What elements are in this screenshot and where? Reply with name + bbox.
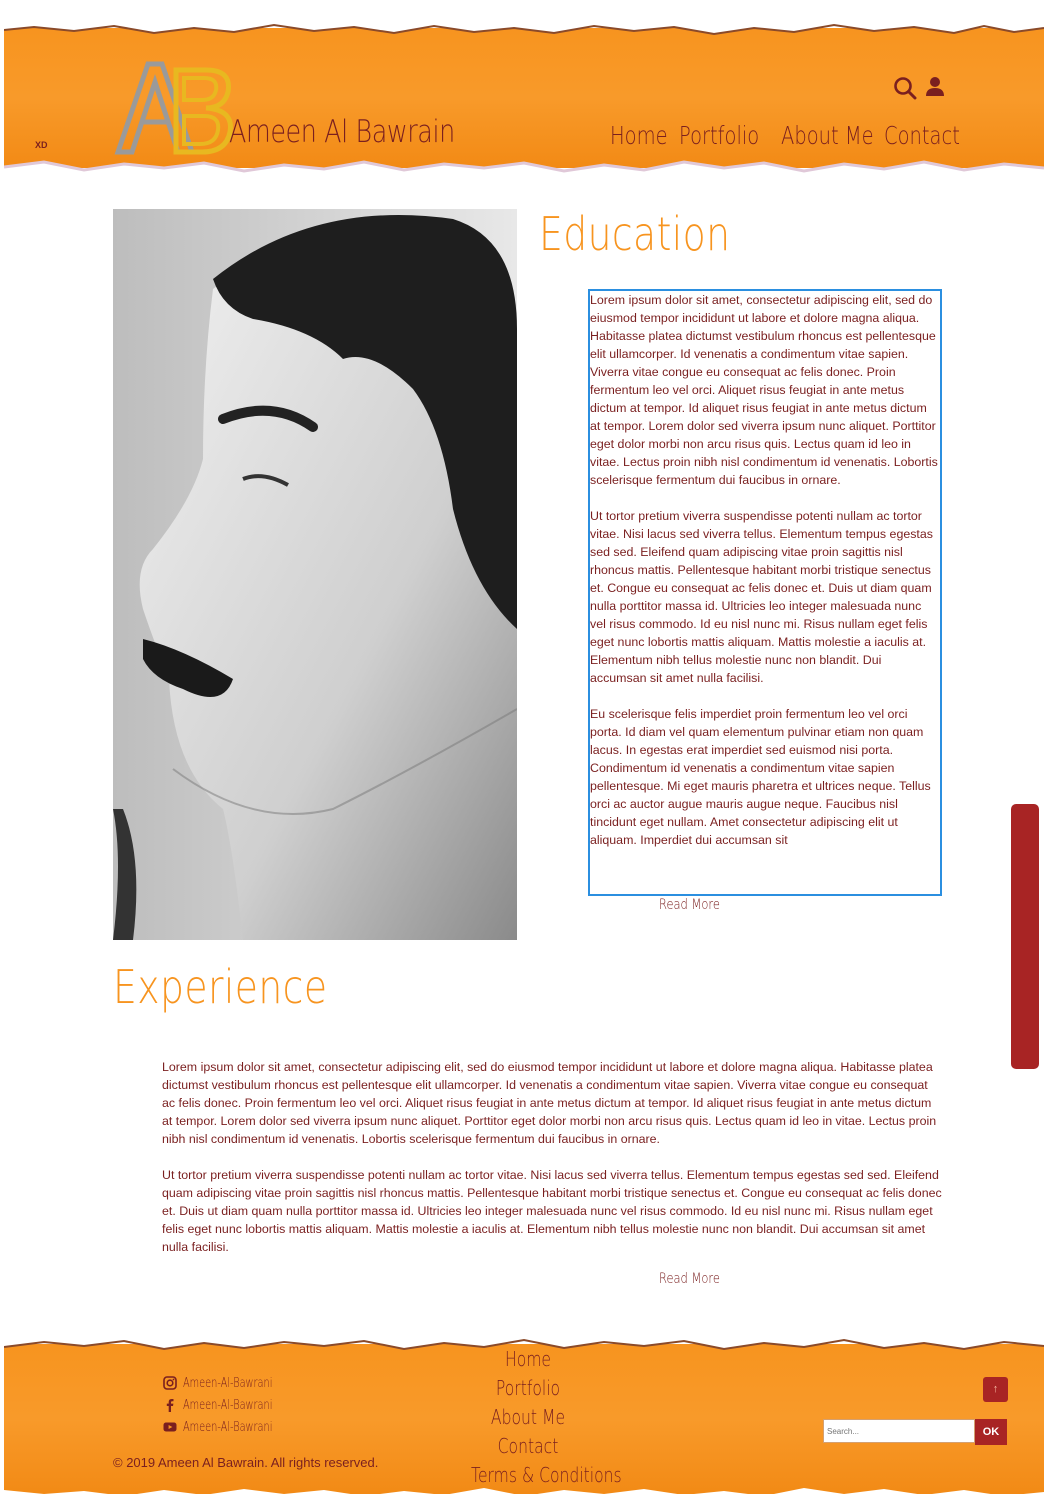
portrait-photo <box>113 209 517 940</box>
education-read-more-link[interactable]: Read More <box>659 897 720 913</box>
footer-nav-about-me[interactable]: About Me <box>471 1403 585 1432</box>
education-paragraph: Ut tortor pretium viverra suspendisse po… <box>590 509 933 685</box>
footer-nav-terms[interactable]: Terms & Conditions <box>471 1461 622 1490</box>
instagram-icon <box>163 1376 177 1390</box>
nav-about-me[interactable]: About Me <box>781 121 874 150</box>
education-paragraph: Lorem ipsum dolor sit amet, consectetur … <box>590 293 938 487</box>
social-facebook[interactable]: Ameen-Al-Bawrani <box>163 1394 302 1416</box>
social-youtube[interactable]: Ameen-Al-Bawrani <box>163 1416 302 1438</box>
xd-label: XD <box>35 140 48 150</box>
footer-nav: Home Portfolio About Me Contact Terms & … <box>455 1345 622 1490</box>
copyright-text: © 2019 Ameen Al Bawrain. All rights rese… <box>113 1455 379 1470</box>
torn-paper-edge <box>4 18 1044 36</box>
experience-title: Experience <box>113 960 328 1014</box>
footer-search: OK <box>823 1419 1007 1445</box>
experience-paragraph: Ut tortor pretium viverra suspendisse po… <box>162 1168 942 1254</box>
youtube-handle: Ameen-Al-Bawrani <box>183 1419 273 1435</box>
footer-search-button[interactable]: OK <box>975 1419 1007 1445</box>
search-icon[interactable] <box>893 76 917 100</box>
back-to-top-button[interactable]: ↑ <box>983 1377 1008 1402</box>
footer-nav-home[interactable]: Home <box>471 1345 585 1374</box>
arrow-up-icon: ↑ <box>992 1383 999 1395</box>
footer-nav-contact[interactable]: Contact <box>471 1432 585 1461</box>
education-title: Education <box>539 207 731 261</box>
footer-search-input[interactable] <box>823 1419 975 1443</box>
education-text-box[interactable]: Lorem ipsum dolor sit amet, consectetur … <box>588 289 942 896</box>
user-icon[interactable] <box>925 76 945 98</box>
social-instagram[interactable]: Ameen-Al-Bawrani <box>163 1372 302 1394</box>
social-links: Ameen-Al-Bawrani Ameen-Al-Bawrani Ameen-… <box>163 1372 302 1438</box>
experience-text: Lorem ipsum dolor sit amet, consectetur … <box>162 1058 942 1274</box>
nav-contact[interactable]: Contact <box>884 121 960 150</box>
nav-portfolio[interactable]: Portfolio <box>679 121 759 150</box>
nav-home[interactable]: Home <box>610 121 668 150</box>
experience-read-more-link[interactable]: Read More <box>659 1271 720 1287</box>
facebook-icon <box>166 1399 174 1412</box>
facebook-handle: Ameen-Al-Bawrani <box>183 1397 273 1413</box>
instagram-handle: Ameen-Al-Bawrani <box>183 1375 273 1391</box>
experience-paragraph: Lorem ipsum dolor sit amet, consectetur … <box>162 1060 937 1146</box>
youtube-icon <box>163 1422 177 1432</box>
torn-paper-edge <box>4 160 1044 180</box>
site-name[interactable]: Ameen Al Bawrain <box>229 114 455 150</box>
education-paragraph: Eu scelerisque felis imperdiet proin fer… <box>590 707 931 847</box>
side-scroll-tab[interactable] <box>1011 804 1039 1069</box>
logo-icon[interactable] <box>114 60 236 156</box>
footer-nav-portfolio[interactable]: Portfolio <box>471 1374 585 1403</box>
